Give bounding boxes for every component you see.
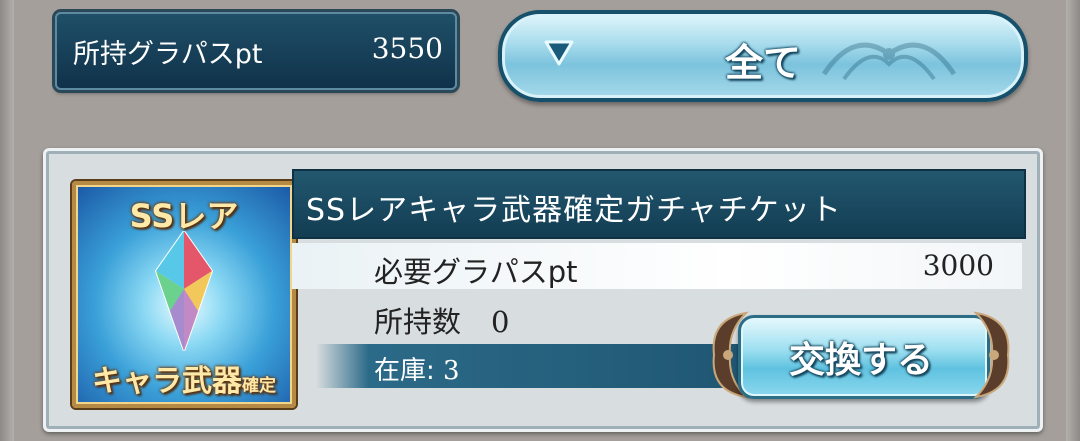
exchange-item-card: SSレア キャラ武器確定 SSレアキャラ武器確定ガチャチケット 必要グラパスpt… [43,148,1043,432]
item-thumbnail: SSレア キャラ武器確定 [72,181,296,408]
owned-points-value: 3550 [371,32,443,65]
owned-points-label: 所持グラパスpt [73,39,263,70]
right-horn-ornament-icon [973,311,1010,399]
item-name: SSレアキャラ武器確定ガチャチケット [306,193,842,228]
required-points-row: 必要グラパスpt 3000 [292,243,1022,289]
owned-count-value: 0 [491,305,510,339]
owned-points-panel: 所持グラパスpt 3550 [55,12,457,90]
filter-dropdown[interactable]: 全て [498,10,1028,102]
exchange-button-label[interactable]: 交換する [738,331,984,383]
left-border [0,0,14,441]
required-points-value: 3000 [922,249,994,282]
exchange-button[interactable]: 交換する [706,309,1016,401]
stock-text: 在庫: 3 [374,356,460,386]
crystal-icon [154,231,214,351]
item-name-bar: SSレアキャラ武器確定ガチャチケット [292,169,1026,239]
right-border [1066,0,1080,441]
filter-label: 全て [724,41,801,85]
stock-row: 在庫: 3 [316,344,756,388]
owned-count-label: 所持数 [374,305,462,339]
owned-count-row: 所持数 0 [374,299,509,341]
thumbnail-category-text: キャラ武器確定 [92,364,276,399]
required-points-label: 必要グラパスpt [374,255,578,289]
